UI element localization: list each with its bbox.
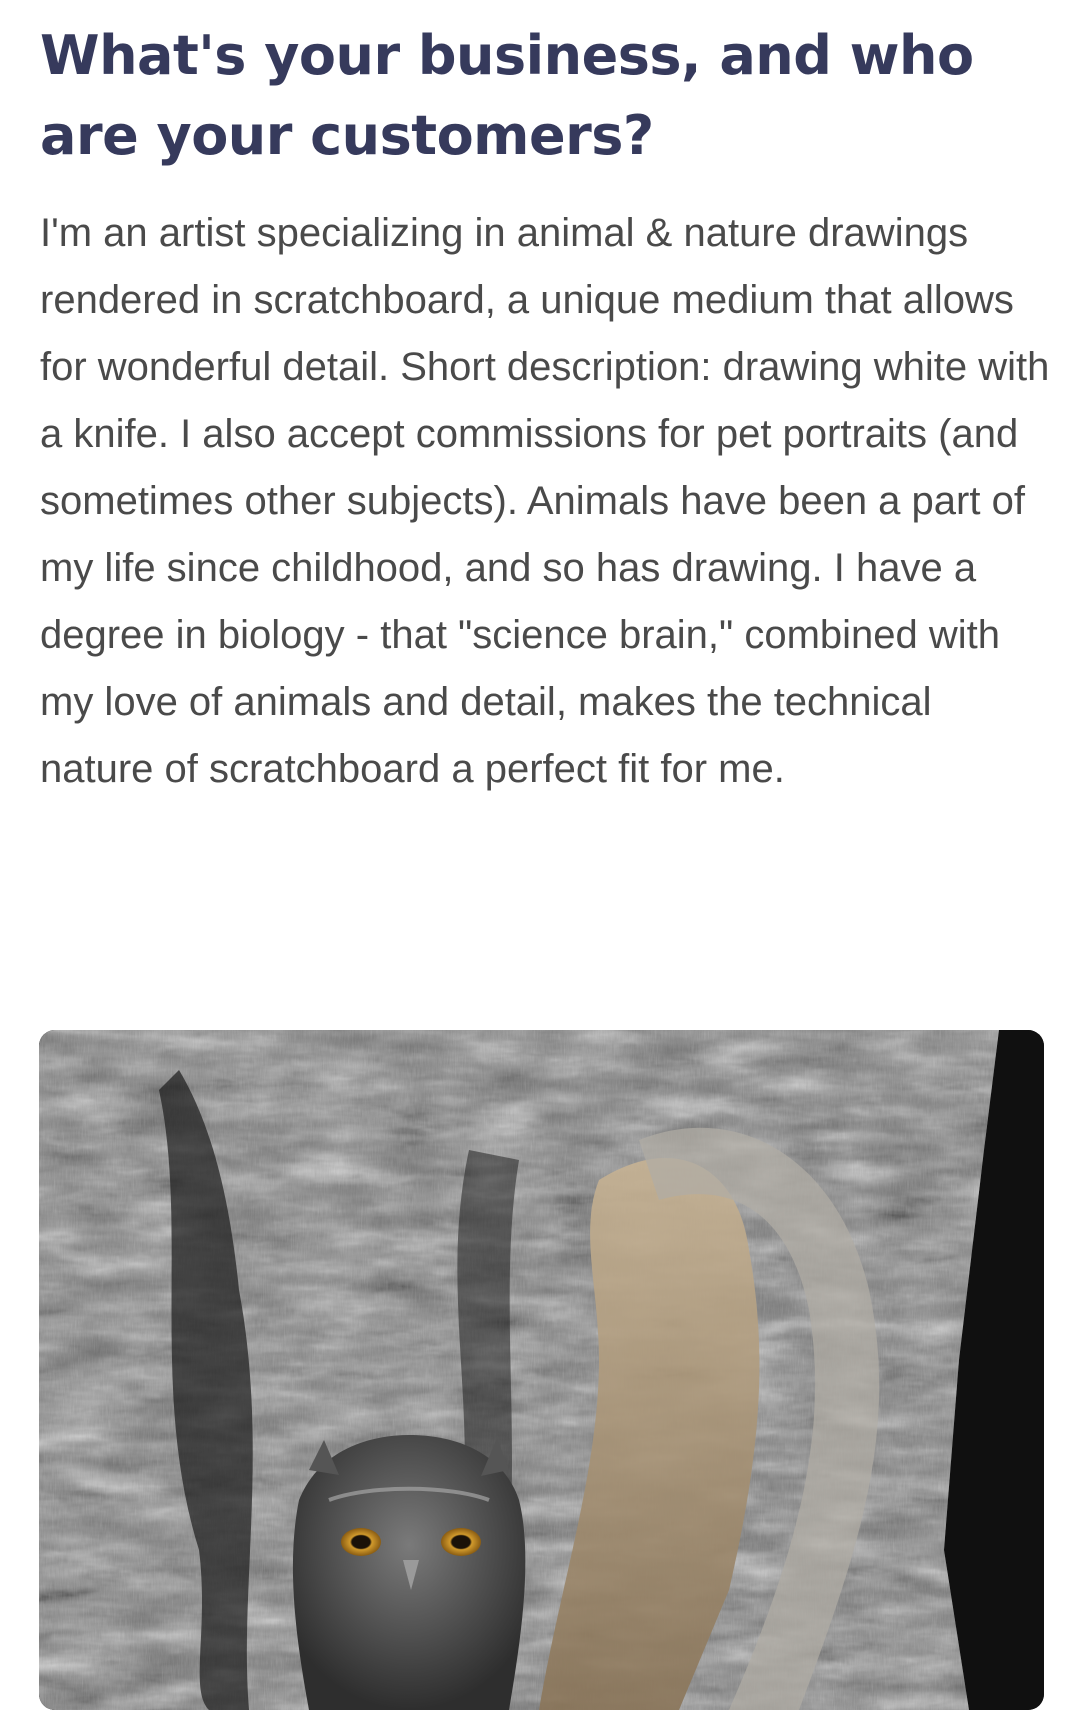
artwork-image <box>39 1030 1044 1710</box>
owl-figure <box>292 1430 534 1710</box>
question-heading: What's your business, and who are your c… <box>40 24 974 167</box>
answer-paragraph: I'm an artist specializing in animal & n… <box>40 211 1050 791</box>
scratchboard-owl-illustration <box>39 1030 1044 1710</box>
article-section: What's your business, and who are your c… <box>40 0 1049 803</box>
